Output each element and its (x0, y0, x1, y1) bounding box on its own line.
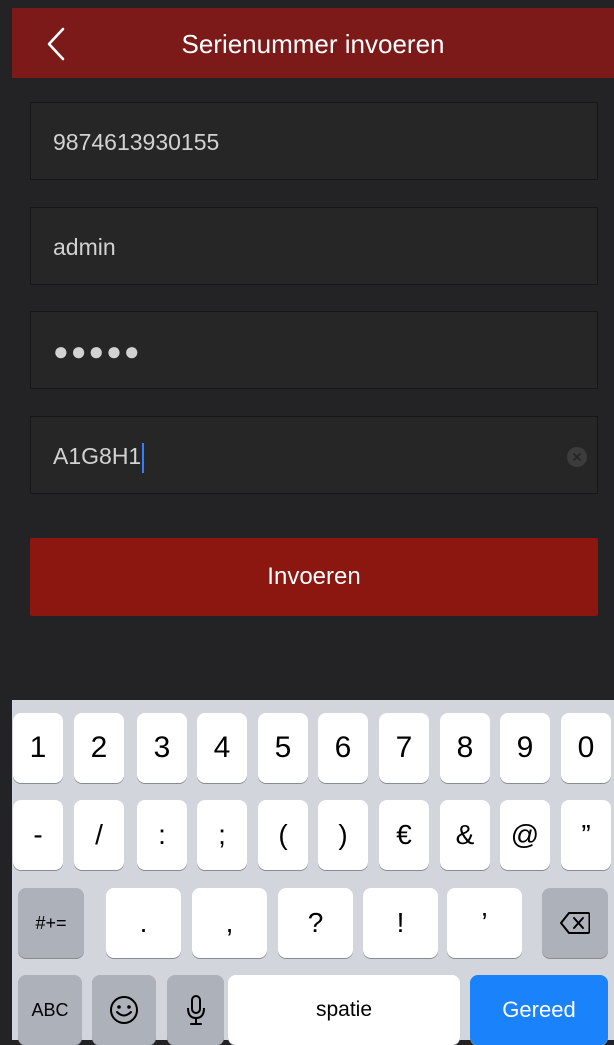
key-exclamation[interactable]: ! (363, 888, 438, 958)
key-1[interactable]: 1 (13, 713, 63, 783)
backspace-key[interactable] (542, 888, 608, 958)
key-3[interactable]: 3 (137, 713, 187, 783)
key-6[interactable]: 6 (318, 713, 368, 783)
key-comma[interactable]: , (192, 888, 267, 958)
key-ampersand[interactable]: & (440, 800, 490, 870)
keyboard: 1 2 3 4 5 6 7 8 9 0 - / : ; ( ) € & @ ” … (12, 700, 614, 1045)
key-quote[interactable]: ” (561, 800, 611, 870)
username-value: admin (53, 234, 116, 260)
username-input[interactable]: admin (30, 207, 598, 285)
verification-code-input[interactable]: A1G8H1 (30, 416, 598, 494)
key-at[interactable]: @ (500, 800, 550, 870)
key-apostrophe[interactable]: ’ (447, 888, 522, 958)
key-hyphen[interactable]: - (13, 800, 63, 870)
key-colon[interactable]: : (137, 800, 187, 870)
emoji-icon (110, 996, 138, 1024)
key-9[interactable]: 9 (500, 713, 550, 783)
key-paren-open[interactable]: ( (258, 800, 308, 870)
key-paren-close[interactable]: ) (318, 800, 368, 870)
key-abc[interactable]: ABC (18, 975, 82, 1045)
key-period[interactable]: . (106, 888, 181, 958)
nav-bar: Serienummer invoeren (12, 8, 614, 78)
key-semicolon[interactable]: ; (197, 800, 247, 870)
serial-number-value: 9874613930155 (53, 129, 220, 155)
done-key[interactable]: Gereed (470, 975, 608, 1045)
key-8[interactable]: 8 (440, 713, 490, 783)
page-title: Serienummer invoeren (181, 29, 445, 59)
clear-input-button[interactable] (567, 447, 587, 467)
key-4[interactable]: 4 (197, 713, 247, 783)
verification-code-wrap: A1G8H1 (53, 417, 145, 495)
key-5[interactable]: 5 (258, 713, 308, 783)
backspace-icon (560, 912, 590, 934)
serial-number-input[interactable]: 9874613930155 (30, 102, 598, 180)
password-input[interactable]: ●●●●● (30, 311, 598, 389)
key-slash[interactable]: / (74, 800, 124, 870)
dictation-key[interactable] (167, 975, 224, 1045)
key-more-symbols[interactable]: #+= (18, 888, 84, 958)
password-value: ●●●●● (53, 336, 142, 366)
key-0[interactable]: 0 (561, 713, 611, 783)
emoji-key[interactable] (92, 975, 156, 1045)
microphone-icon (186, 995, 205, 1025)
key-euro[interactable]: € (379, 800, 429, 870)
text-caret (142, 442, 145, 473)
submit-button[interactable]: Invoeren (30, 538, 598, 616)
clear-icon (572, 452, 582, 462)
key-2[interactable]: 2 (74, 713, 124, 783)
space-key[interactable]: spatie (228, 975, 460, 1045)
key-question[interactable]: ? (278, 888, 353, 958)
verification-code-value: A1G8H1 (53, 443, 142, 469)
key-7[interactable]: 7 (379, 713, 429, 783)
